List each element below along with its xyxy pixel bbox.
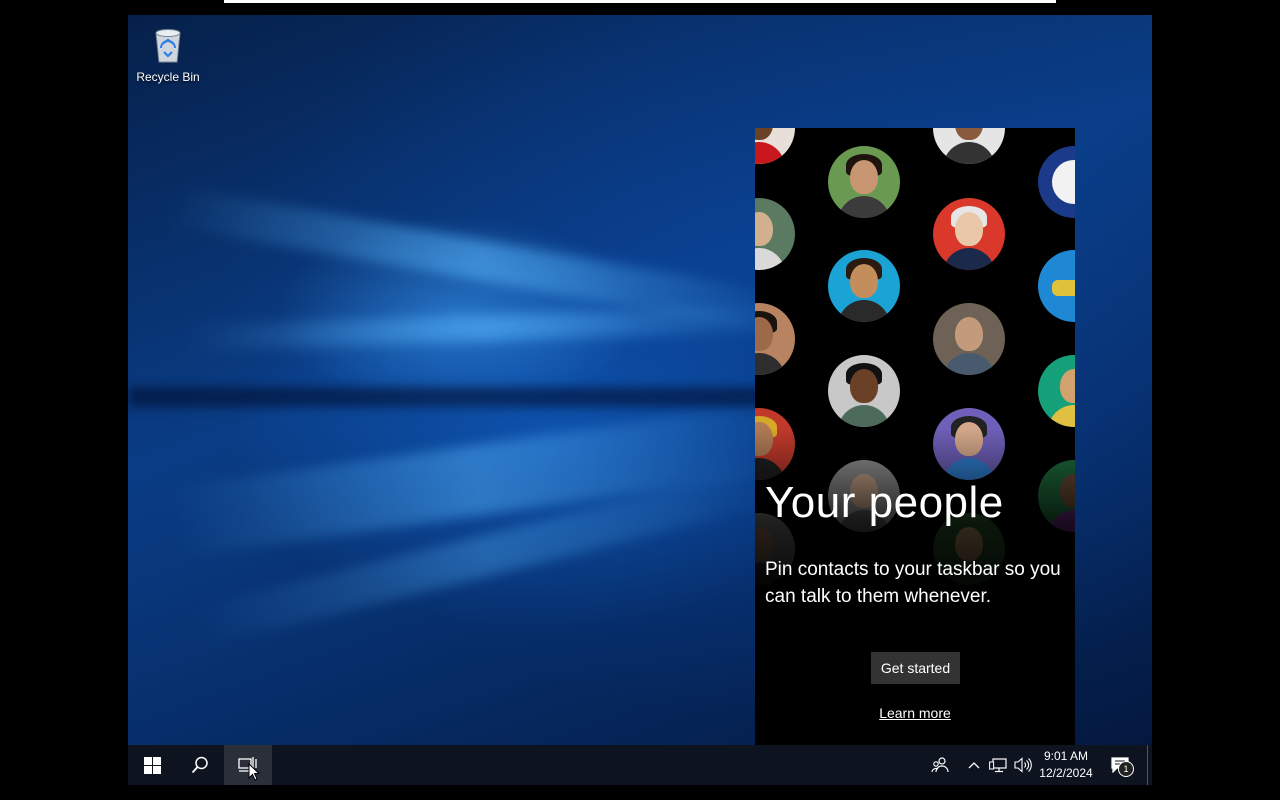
panel-description: Pin contacts to your taskbar so you can …	[765, 559, 1061, 607]
panel-title: Your people	[765, 478, 1004, 527]
taskbar: 9:01 AM 12/2/2024 1	[128, 745, 1152, 785]
contact-avatar	[933, 303, 1005, 375]
show-desktop-button[interactable]	[1147, 745, 1148, 785]
taskbar-clock[interactable]: 9:01 AM 12/2/2024	[1034, 748, 1098, 782]
windows-start-icon	[143, 756, 161, 774]
task-view-button[interactable]	[224, 745, 272, 785]
clock-date: 12/2/2024	[1039, 766, 1093, 780]
recycle-bin-icon	[155, 29, 181, 63]
people-icon	[931, 757, 949, 773]
contact-avatar	[755, 128, 795, 164]
contact-avatar	[755, 303, 795, 375]
contact-avatar	[933, 198, 1005, 270]
volume-button[interactable]	[1012, 745, 1034, 785]
top-window-edge	[224, 0, 1056, 3]
action-center-button[interactable]: 1	[1108, 745, 1134, 785]
contact-avatar	[1038, 146, 1075, 218]
start-button[interactable]	[128, 745, 176, 785]
network-button[interactable]	[988, 745, 1008, 785]
search-icon	[191, 756, 208, 774]
network-icon	[989, 758, 1007, 773]
chevron-up-icon	[968, 762, 980, 769]
clock-time: 9:01 AM	[1043, 749, 1089, 763]
contact-avatar	[828, 146, 900, 218]
contact-avatar	[933, 128, 1005, 164]
people-button[interactable]	[928, 745, 952, 785]
contact-avatar	[1038, 250, 1075, 322]
contact-avatar	[828, 250, 900, 322]
notification-count-badge: 1	[1118, 761, 1134, 777]
recycle-bin-shortcut[interactable]: Recycle Bin	[136, 24, 200, 84]
contact-avatar	[1038, 355, 1075, 427]
contact-avatar	[828, 355, 900, 427]
show-hidden-icons-button[interactable]	[966, 745, 982, 785]
get-started-button[interactable]: Get started	[871, 652, 960, 684]
people-panel: Your people Pin contacts to your taskbar…	[755, 128, 1075, 745]
search-button[interactable]	[176, 745, 224, 785]
learn-more-link[interactable]: Learn more	[755, 705, 1075, 721]
contact-avatar	[755, 198, 795, 270]
recycle-bin-label: Recycle Bin	[136, 70, 200, 84]
mouse-cursor-icon	[248, 763, 260, 781]
volume-icon	[1014, 757, 1032, 773]
